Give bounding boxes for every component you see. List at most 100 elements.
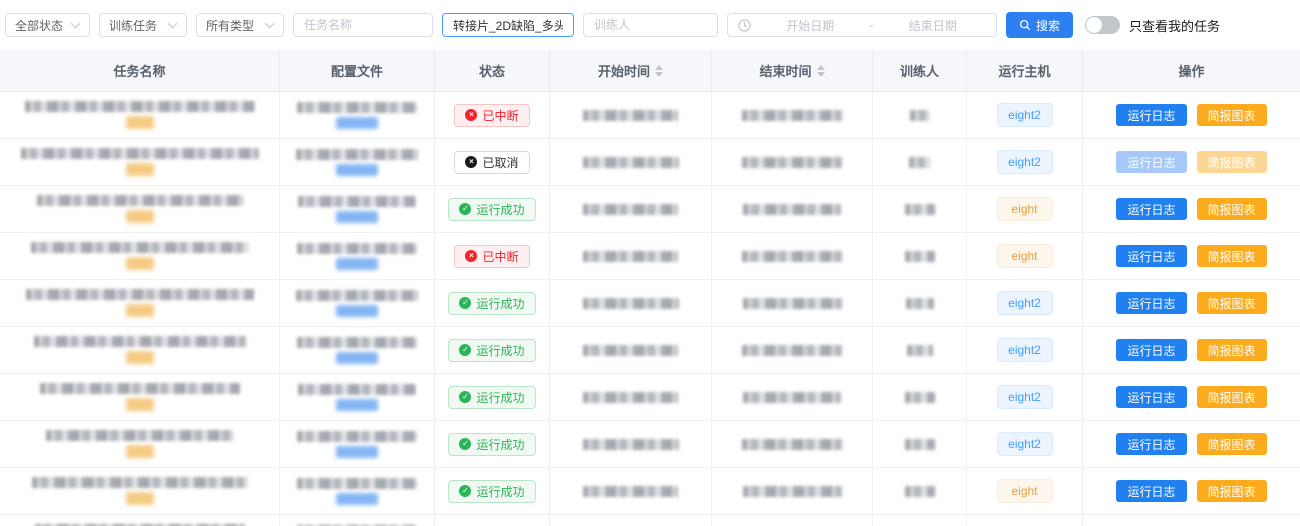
config-file-cell	[280, 233, 435, 280]
run-log-button[interactable]: 运行日志	[1116, 386, 1186, 408]
config-file-link-redacted[interactable]	[336, 164, 378, 176]
start-time-redacted	[583, 392, 678, 403]
config-file-cell	[280, 374, 435, 421]
report-chart-button[interactable]: 简报图表	[1197, 480, 1267, 502]
task-tag-redacted	[126, 257, 154, 270]
sort-asc-icon[interactable]	[817, 65, 825, 70]
trainer-cell	[873, 468, 967, 515]
sort-desc-icon[interactable]	[655, 72, 663, 77]
table-row: ✓ 运行成功 eight 运行日志 简报图表	[0, 186, 1300, 233]
run-log-button[interactable]: 运行日志	[1116, 339, 1186, 361]
sort-desc-icon[interactable]	[817, 72, 825, 77]
config-file-redacted	[297, 478, 417, 489]
table-row: × 已中断 eight 运行日志 简报图表	[0, 233, 1300, 280]
task-tag-redacted	[126, 163, 154, 176]
task-name-redacted	[34, 336, 246, 347]
table-row: ✓ 运行成功 eight2 运行日志 简报图表	[0, 374, 1300, 421]
report-chart-button[interactable]: 简报图表	[1197, 104, 1267, 126]
status-icon: ✓	[459, 203, 471, 215]
status-badge: ✓ 运行成功	[448, 480, 535, 503]
my-tasks-toggle[interactable]	[1085, 16, 1120, 34]
status-cell: × 已中断	[435, 92, 550, 139]
config-file-link-redacted[interactable]	[336, 399, 378, 411]
run-log-button[interactable]: 运行日志	[1116, 104, 1186, 126]
run-log-button[interactable]: 运行日志	[1116, 245, 1186, 267]
status-label: 已中断	[482, 107, 518, 124]
report-chart-button[interactable]: 简报图表	[1197, 433, 1267, 455]
run-log-button[interactable]: 运行日志	[1116, 433, 1186, 455]
config-file-redacted	[296, 149, 418, 160]
column-header-label: 运行主机	[998, 61, 1050, 80]
report-chart-button[interactable]: 简报图表	[1197, 339, 1267, 361]
task-name-input[interactable]	[293, 13, 433, 37]
host-cell: eight2	[967, 327, 1083, 374]
status-badge: × 已中断	[454, 245, 529, 268]
task-name-cell	[0, 515, 280, 526]
status-filter-value: 全部状态	[15, 17, 63, 34]
status-filter-select[interactable]: 全部状态	[5, 13, 90, 37]
run-log-button[interactable]: 运行日志	[1116, 480, 1186, 502]
config-file-link-redacted[interactable]	[336, 258, 378, 270]
sort-control[interactable]	[655, 65, 663, 77]
task-name-cell	[0, 92, 280, 139]
sort-control[interactable]	[817, 65, 825, 77]
actions-cell: 运行日志 简报图表	[1083, 421, 1300, 468]
actions-cell: 运行日志 简报图表	[1083, 280, 1300, 327]
start-time-cell	[550, 468, 712, 515]
config-file-link-redacted[interactable]	[336, 305, 378, 317]
start-time-redacted	[583, 345, 678, 356]
config-file-link-redacted[interactable]	[336, 446, 378, 458]
report-chart-button[interactable]: 简报图表	[1197, 292, 1267, 314]
host-cell: eight2	[967, 421, 1083, 468]
report-chart-button[interactable]: 简报图表	[1197, 198, 1267, 220]
host-cell: eight	[967, 186, 1083, 233]
host-badge: eight2	[997, 338, 1053, 362]
chevron-down-icon	[71, 21, 80, 30]
trainer-cell	[873, 186, 967, 233]
config-file-link-redacted[interactable]	[336, 352, 378, 364]
status-icon: ×	[465, 109, 477, 121]
report-chart-button[interactable]: 简报图表	[1197, 245, 1267, 267]
column-header-end-time[interactable]: 结束时间	[712, 50, 873, 92]
end-time-cell	[712, 374, 873, 421]
config-file-link-redacted[interactable]	[336, 117, 378, 129]
config-file-redacted	[297, 431, 417, 442]
start-time-redacted	[583, 204, 678, 215]
column-header-start-time[interactable]: 开始时间	[550, 50, 712, 92]
task-name-cell	[0, 327, 280, 374]
end-time-cell	[712, 327, 873, 374]
category-filter-select[interactable]: 所有类型	[196, 13, 284, 37]
start-time-cell	[550, 327, 712, 374]
task-name-cell	[0, 374, 280, 421]
run-log-button[interactable]: 运行日志	[1116, 198, 1186, 220]
my-tasks-toggle-label: 只查看我的任务	[1129, 16, 1220, 35]
trainer-input[interactable]	[583, 13, 718, 37]
trainer-cell	[873, 374, 967, 421]
host-cell: eight	[967, 468, 1083, 515]
trainer-redacted	[905, 204, 935, 215]
date-start-placeholder: 开始日期	[757, 17, 864, 34]
actions-cell: 运行日志 简报图表	[1083, 186, 1300, 233]
toggle-knob	[1086, 17, 1102, 33]
date-end-placeholder: 结束日期	[880, 17, 987, 34]
date-range-picker[interactable]: 开始日期 - 结束日期	[727, 13, 997, 37]
config-file-cell	[280, 515, 435, 526]
status-cell: ✓ 运行成功	[435, 374, 550, 421]
search-keyword-input[interactable]	[442, 13, 574, 37]
end-time-redacted	[743, 298, 842, 309]
search-button[interactable]: 搜索	[1006, 12, 1073, 38]
config-file-link-redacted[interactable]	[336, 493, 378, 505]
column-header-actions: 操作	[1083, 50, 1300, 92]
trainer-redacted	[905, 439, 935, 450]
report-chart-button[interactable]: 简报图表	[1197, 386, 1267, 408]
table-row: × 已中断 eight2 运行日志 简报图表	[0, 92, 1300, 139]
trainer-redacted	[910, 110, 930, 121]
config-file-link-redacted[interactable]	[336, 211, 378, 223]
sort-asc-icon[interactable]	[655, 65, 663, 70]
start-time-cell	[550, 515, 712, 526]
run-log-button[interactable]: 运行日志	[1116, 292, 1186, 314]
task-type-filter-select[interactable]: 训练任务	[99, 13, 187, 37]
host-badge: eight	[997, 197, 1053, 221]
search-icon	[1019, 19, 1031, 31]
clock-icon	[738, 19, 751, 32]
